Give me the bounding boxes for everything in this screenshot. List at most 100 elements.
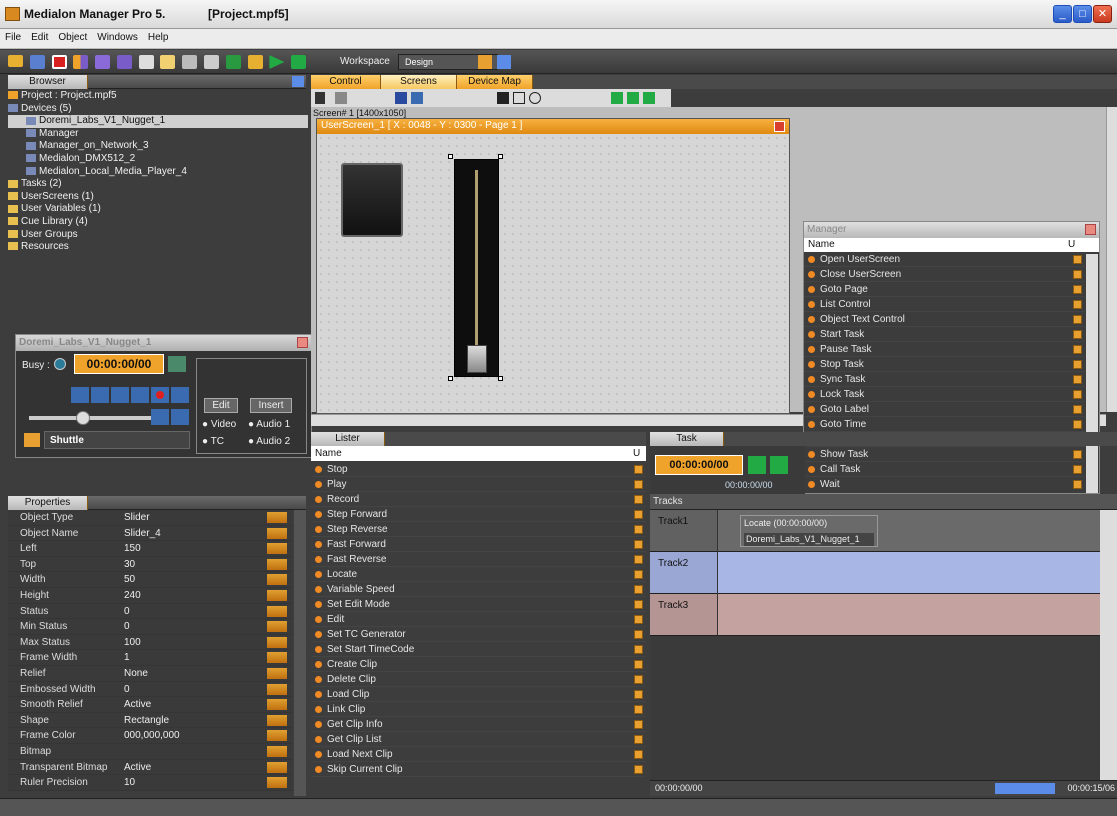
maximize-button[interactable]: □: [1073, 5, 1092, 23]
task-pause-icon[interactable]: [770, 456, 788, 474]
properties-scrollbar[interactable]: [294, 510, 306, 796]
close-icon[interactable]: [1085, 224, 1096, 235]
browser-item[interactable]: Project : Project.mpf5: [8, 90, 308, 103]
lister-command-item[interactable]: Delete Clip: [311, 672, 646, 687]
lister-command-item[interactable]: Variable Speed: [311, 582, 646, 597]
lister-command-item[interactable]: Stop: [311, 462, 646, 477]
close-icon[interactable]: [774, 121, 785, 132]
track-row[interactable]: Track3: [650, 594, 1100, 636]
selection-handle[interactable]: [498, 376, 503, 381]
property-row[interactable]: Smooth Relief Active: [8, 697, 293, 713]
frame-tool-icon[interactable]: [513, 92, 525, 104]
checkbox-icon[interactable]: [1073, 285, 1082, 294]
property-help-icon[interactable]: [267, 761, 287, 773]
checkbox-icon[interactable]: [634, 555, 643, 564]
lister-command-item[interactable]: Link Clip: [311, 702, 646, 717]
text-tool-icon[interactable]: [395, 92, 407, 104]
browser-item[interactable]: Resources: [8, 241, 308, 254]
property-help-icon[interactable]: [267, 636, 287, 648]
lister-command-item[interactable]: Set Edit Mode: [311, 597, 646, 612]
property-value[interactable]: 50: [124, 572, 135, 588]
record-icon[interactable]: [151, 387, 169, 403]
selection-handle[interactable]: [448, 154, 453, 159]
browser-item[interactable]: User Variables (1): [8, 203, 308, 216]
property-help-icon[interactable]: [267, 683, 287, 695]
checkbox-icon[interactable]: [1073, 330, 1082, 339]
property-row[interactable]: Left 150: [8, 541, 293, 557]
slider-handle[interactable]: [467, 345, 487, 373]
cue-block[interactable]: Locate (00:00:00/00) Doremi_Labs_V1_Nugg…: [740, 515, 878, 547]
menu-edit[interactable]: Edit: [26, 29, 53, 46]
cue-icon[interactable]: [160, 55, 176, 69]
panel-menu-icon[interactable]: [292, 76, 304, 87]
lister-command-item[interactable]: Get Clip Info: [311, 717, 646, 732]
browser-item[interactable]: Medialon_Local_Media_Player_4: [8, 166, 308, 179]
checkbox-icon[interactable]: [634, 510, 643, 519]
pause-icon[interactable]: [111, 387, 129, 403]
property-value[interactable]: 0: [124, 619, 130, 635]
lister-command-item[interactable]: Set Start TimeCode: [311, 642, 646, 657]
skip-back-icon[interactable]: [151, 409, 169, 425]
tc-radio[interactable]: ● TC: [202, 436, 224, 447]
property-row[interactable]: Frame Color 000,000,000: [8, 728, 293, 744]
property-value[interactable]: None: [124, 666, 148, 682]
checkbox-icon[interactable]: [1073, 450, 1082, 459]
property-row[interactable]: Top 30: [8, 557, 293, 573]
fast-forward-icon[interactable]: [171, 387, 189, 403]
rectangle-tool-icon[interactable]: [497, 92, 509, 104]
browser-item[interactable]: Manager: [8, 128, 308, 141]
property-value[interactable]: Slider_4: [124, 526, 161, 542]
checkbox-icon[interactable]: [1073, 345, 1082, 354]
property-value[interactable]: Active: [124, 697, 151, 713]
manager-command-item[interactable]: Wait: [804, 477, 1085, 490]
lister-command-item[interactable]: Get Clip List: [311, 732, 646, 747]
task-vertical-scrollbar[interactable]: [1100, 510, 1117, 780]
browser-item[interactable]: Devices (5): [8, 103, 308, 116]
lister-command-item[interactable]: Set TC Generator: [311, 627, 646, 642]
property-value[interactable]: 150: [124, 541, 141, 557]
property-row[interactable]: Status 0: [8, 604, 293, 620]
step-into-icon[interactable]: [116, 55, 132, 69]
lister-command-item[interactable]: Record: [311, 492, 646, 507]
connect-icon[interactable]: [225, 55, 241, 69]
property-row[interactable]: Ruler Precision 10: [8, 775, 293, 791]
checkbox-icon[interactable]: [1073, 270, 1082, 279]
checkbox-icon[interactable]: [1073, 300, 1082, 309]
button-tool-icon[interactable]: [335, 92, 347, 104]
lister-command-item[interactable]: Create Clip: [311, 657, 646, 672]
checkbox-icon[interactable]: [634, 540, 643, 549]
property-row[interactable]: Max Status 100: [8, 635, 293, 651]
tab-screens[interactable]: Screens: [381, 75, 457, 89]
checkbox-icon[interactable]: [634, 675, 643, 684]
ellipse-tool-icon[interactable]: [529, 92, 541, 104]
checkbox-icon[interactable]: [1073, 315, 1082, 324]
checkbox-icon[interactable]: [634, 600, 643, 609]
close-button[interactable]: ✕: [1093, 5, 1112, 23]
checkbox-icon[interactable]: [634, 690, 643, 699]
jog-icon[interactable]: [168, 356, 186, 372]
track-row[interactable]: Track2: [650, 552, 1100, 594]
square-icon[interactable]: [291, 55, 307, 69]
close-icon[interactable]: [297, 337, 308, 348]
lister-command-item[interactable]: Step Reverse: [311, 522, 646, 537]
checkbox-icon[interactable]: [634, 705, 643, 714]
checkbox-icon[interactable]: [634, 495, 643, 504]
property-row[interactable]: Height 240: [8, 588, 293, 604]
property-row[interactable]: Bitmap: [8, 744, 293, 760]
property-row[interactable]: Width 50: [8, 572, 293, 588]
run-icon[interactable]: [73, 55, 89, 69]
manager-command-item[interactable]: List Control: [804, 297, 1085, 312]
manager-command-item[interactable]: Show Task: [804, 447, 1085, 462]
lister-command-item[interactable]: Load Clip: [311, 687, 646, 702]
insert-button[interactable]: Insert: [250, 398, 292, 413]
menu-windows[interactable]: Windows: [92, 29, 143, 46]
manager-command-item[interactable]: Goto Time: [804, 417, 1085, 432]
workspace-settings-icon[interactable]: [497, 55, 511, 69]
property-value[interactable]: 0: [124, 682, 130, 698]
audio1-radio[interactable]: ● Audio 1: [248, 419, 290, 430]
browser-item[interactable]: Manager_on_Network_3: [8, 140, 308, 153]
checkbox-icon[interactable]: [1073, 480, 1082, 489]
task-play-icon[interactable]: [748, 456, 766, 474]
property-row[interactable]: Embossed Width 0: [8, 682, 293, 698]
manager-command-item[interactable]: Object Text Control: [804, 312, 1085, 327]
